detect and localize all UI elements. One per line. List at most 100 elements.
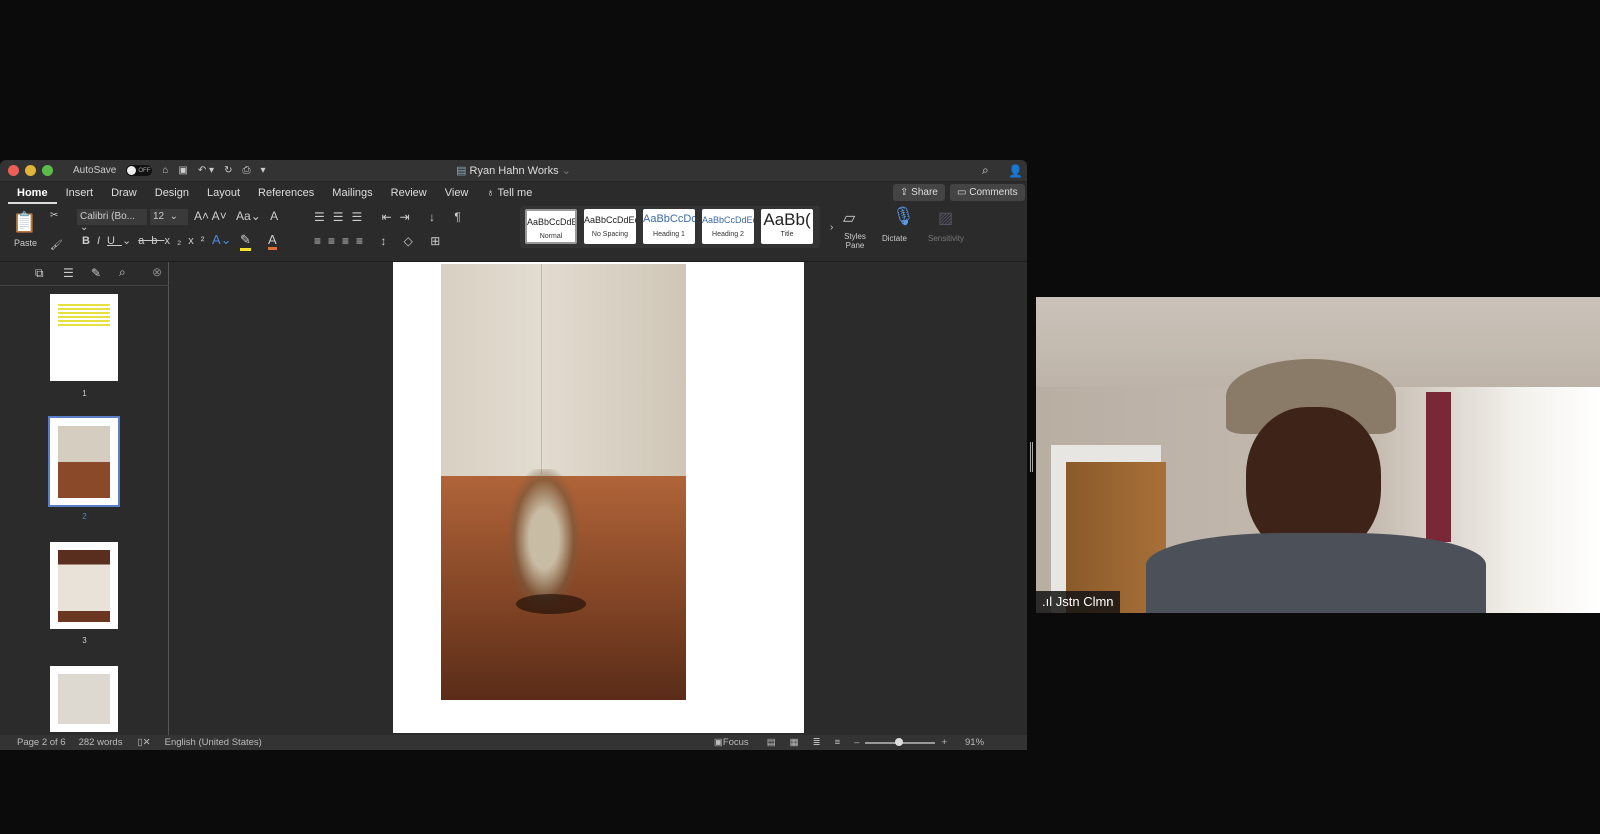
dictate-label[interactable]: Dictate: [882, 234, 907, 243]
style-label: Normal: [539, 233, 563, 240]
comments-button[interactable]: ▭ Comments: [950, 184, 1025, 201]
share-label: Share: [911, 187, 938, 198]
cut-icon[interactable]: ✂: [50, 210, 58, 221]
search-icon[interactable]: ⌕: [982, 163, 989, 178]
ribbon-tabs: Home Insert Draw Design Layout Reference…: [0, 182, 1027, 204]
paste-icon[interactable]: 📋: [12, 210, 37, 235]
style-label: No Spacing: [591, 231, 629, 238]
page-number: 3: [82, 636, 87, 645]
style-heading-2[interactable]: AaBbCcDdEe Heading 2: [702, 209, 754, 244]
tab-view[interactable]: View: [436, 182, 478, 204]
style-label: Heading 1: [653, 231, 685, 238]
style-title[interactable]: AaBb( Title: [761, 209, 813, 244]
edit-icon[interactable]: ✎: [91, 266, 101, 280]
font-format-icons[interactable]: BIU⌄abx₂x²: [82, 234, 211, 247]
format-painter-icon[interactable]: 🖌: [50, 240, 63, 251]
home-icon[interactable]: ⌂: [162, 165, 168, 176]
style-sample: AaBb(: [763, 210, 811, 229]
style-no-spacing[interactable]: AaBbCcDdEe No Spacing: [584, 209, 636, 244]
page-thumbnail-3[interactable]: [50, 542, 118, 629]
minimize-button[interactable]: [25, 165, 36, 176]
style-sample: AaBbCcDc: [643, 213, 695, 225]
text-effects-icon[interactable]: A⌄: [212, 232, 232, 248]
curtain: [1426, 392, 1451, 542]
language[interactable]: English (United States): [165, 737, 262, 748]
paragraph-list-icons[interactable]: ☰☰☰ ⇤⇥ ↓ ¶: [314, 210, 469, 224]
zoom-level[interactable]: 91%: [965, 737, 984, 748]
microphone-icon[interactable]: 🎙: [892, 206, 915, 227]
thumbnails-icon[interactable]: ⧉: [35, 266, 44, 281]
signal-icon: .ıl: [1042, 594, 1056, 609]
account-icon[interactable]: 👤: [1008, 164, 1023, 178]
close-button[interactable]: [8, 165, 19, 176]
page-number: 2: [82, 512, 87, 521]
headings-icon[interactable]: ☰: [63, 266, 74, 280]
comments-label: Comments: [969, 187, 1018, 198]
paste-label[interactable]: Paste: [14, 238, 37, 248]
share-icon: ⇪: [900, 187, 912, 198]
sensitivity-icon: ▨: [938, 210, 954, 227]
document-icon: ▤: [456, 165, 470, 177]
font-size-select[interactable]: 12 ⌄: [150, 209, 188, 225]
tab-draw[interactable]: Draw: [102, 182, 146, 204]
comment-icon: ▭: [957, 187, 970, 198]
print-icon[interactable]: ⎙: [242, 165, 250, 176]
search-icon[interactable]: ⌕: [119, 265, 126, 280]
tell-me[interactable]: ♁ Tell me: [477, 182, 541, 204]
alignment-icons[interactable]: ≡≡≡≡ ↕ ◇ ⊞: [314, 234, 447, 248]
ribbon: 📋 Paste ✂ 🖌 Calibri (Bo... ⌄ 12 ⌄ A˄ A˅ …: [0, 204, 1027, 262]
styles-pane-label[interactable]: Styles Pane: [842, 232, 868, 250]
word-count[interactable]: 282 words: [79, 737, 123, 748]
styles-pane-icon[interactable]: ▱: [843, 208, 855, 228]
page-thumbnail-1[interactable]: [50, 294, 118, 381]
font-color-icon[interactable]: A: [268, 232, 277, 250]
style-label: Heading 2: [712, 231, 744, 238]
maximize-button[interactable]: [42, 165, 53, 176]
focus-label[interactable]: Focus: [723, 737, 749, 748]
zoom-out-icon[interactable]: –: [854, 737, 859, 748]
chevron-right-icon[interactable]: ›: [830, 222, 833, 233]
tab-mailings[interactable]: Mailings: [323, 182, 381, 204]
lightbulb-icon: ♁: [486, 187, 498, 199]
tab-references[interactable]: References: [249, 182, 323, 204]
resize-handle[interactable]: [1030, 442, 1033, 472]
participant-name-label: .ıl Jstn Clmn: [1036, 591, 1120, 613]
sensitivity-label: Sensitivity: [928, 234, 965, 243]
document-page[interactable]: [393, 262, 804, 733]
status-bar: Page 2 of 6 282 words ▯✕ English (United…: [0, 735, 1027, 750]
style-label: Title: [780, 231, 794, 238]
style-normal[interactable]: AaBbCcDdEe Normal: [525, 209, 577, 244]
autosave-toggle[interactable]: OFF: [126, 165, 153, 176]
save-icon[interactable]: ▣: [178, 165, 187, 176]
view-icons[interactable]: ▤▦≣≡: [767, 737, 854, 748]
close-icon[interactable]: ⊗: [152, 265, 162, 279]
artwork-image: [441, 264, 686, 700]
document-title[interactable]: Ryan Hahn Works: [470, 165, 559, 177]
tab-design[interactable]: Design: [146, 182, 198, 204]
redo-icon[interactable]: ↻: [224, 165, 232, 176]
video-tile[interactable]: .ıl Jstn Clmn: [1036, 297, 1600, 613]
page-thumbnail-4[interactable]: [50, 666, 118, 732]
zoom-slider[interactable]: [865, 737, 936, 746]
autosave-state: OFF: [138, 167, 151, 174]
font-grow-icon[interactable]: A˄ A˅ Aa⌄ A: [194, 209, 278, 223]
share-button[interactable]: ⇪ Share: [893, 184, 945, 201]
participant-name: Jstn Clmn: [1055, 594, 1114, 609]
page-number: 1: [82, 389, 87, 398]
page-count[interactable]: Page 2 of 6: [17, 737, 66, 748]
font-name-select[interactable]: Calibri (Bo... ⌄: [77, 209, 147, 233]
tab-layout[interactable]: Layout: [198, 182, 249, 204]
style-heading-1[interactable]: AaBbCcDc Heading 1: [643, 209, 695, 244]
tab-insert[interactable]: Insert: [57, 182, 103, 204]
zoom-in-icon[interactable]: +: [941, 737, 947, 748]
page-thumbnail-2[interactable]: [48, 416, 120, 507]
tab-review[interactable]: Review: [382, 182, 436, 204]
proofing-icon[interactable]: ▯✕: [137, 737, 150, 748]
tab-home[interactable]: Home: [8, 182, 57, 204]
style-sample: AaBbCcDdEe: [702, 215, 754, 225]
undo-icon[interactable]: ↶ ▾: [198, 165, 214, 176]
highlight-icon[interactable]: ✎: [240, 232, 251, 251]
title-bar: AutoSave OFF ⌂ ▣ ↶ ▾ ↻ ⎙ ▾ ▤ Ryan Hahn W…: [0, 160, 1027, 182]
customize-icon[interactable]: ▾: [260, 165, 265, 176]
focus-icon[interactable]: ▣: [714, 737, 723, 748]
